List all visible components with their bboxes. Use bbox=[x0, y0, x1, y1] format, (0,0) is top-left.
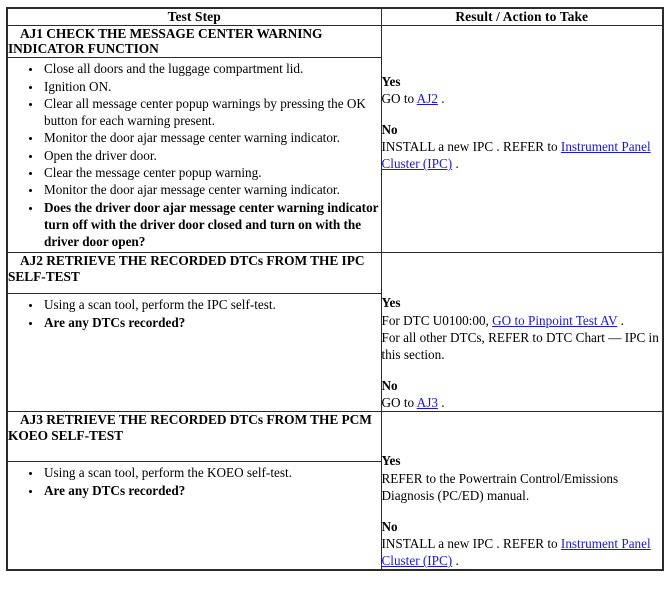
step-title-aj2: AJ2 RETRIEVE THE RECORDED DTCs FROM THE … bbox=[6, 252, 382, 295]
outcome-text-no-aj3: INSTALL a new IPC . REFER to Instrument … bbox=[382, 535, 663, 569]
outcome-no-suffix-aj2: . bbox=[437, 395, 445, 411]
outcome-yes-prefix-aj1: GO to bbox=[381, 90, 417, 106]
table-row-aj2-title: AJ2 RETRIEVE THE RECORDED DTCs FROM THE … bbox=[6, 252, 664, 413]
step-bullet-list-aj3: Using a scan tool, perform the KOEO self… bbox=[8, 465, 381, 499]
list-item: Using a scan tool, perform the KOEO self… bbox=[42, 465, 381, 482]
step-title-aj3: AJ3 RETRIEVE THE RECORDED DTCs FROM THE … bbox=[6, 411, 382, 463]
table-row-aj3-title: AJ3 RETRIEVE THE RECORDED DTCs FROM THE … bbox=[6, 411, 664, 571]
list-item: Monitor the door ajar message center war… bbox=[42, 130, 381, 147]
result-spacer-aj2 bbox=[382, 253, 663, 294]
outcome-no-suffix-aj1: . bbox=[452, 156, 459, 172]
list-item: Open the driver door. bbox=[42, 148, 381, 165]
list-item: Close all doors and the luggage compartm… bbox=[42, 61, 381, 78]
column-header-result-action: Result / Action to Take bbox=[380, 7, 664, 26]
list-item-question: Are any DTCs recorded? bbox=[42, 483, 381, 500]
link-pinpoint-test-av[interactable]: GO to Pinpoint Test AV bbox=[492, 313, 617, 328]
outcome-no-aj3: No INSTALL a new IPC . REFER to Instrume… bbox=[382, 518, 663, 569]
link-aj3[interactable]: AJ3 bbox=[417, 395, 438, 410]
list-item-question: Does the driver door ajar message center… bbox=[42, 200, 381, 251]
list-item: Using a scan tool, perform the IPC self-… bbox=[42, 297, 381, 314]
table-row-aj1-title: AJ1 CHECK THE MESSAGE CENTER WARNING IND… bbox=[6, 24, 664, 254]
outcome-text-no-aj1: INSTALL a new IPC . REFER to Instrument … bbox=[382, 138, 663, 172]
outcome-label-no-aj2: No bbox=[381, 378, 398, 394]
step-bullet-list-aj1: Close all doors and the luggage compartm… bbox=[8, 61, 381, 250]
outcome-no-prefix-aj3: INSTALL a new IPC . REFER to bbox=[381, 536, 561, 551]
outcome-yes-suffix-aj1: . bbox=[437, 90, 445, 106]
result-cell-aj3: Yes REFER to the Powertrain Control/Emis… bbox=[380, 411, 664, 571]
table-header-row: Test Step Result / Action to Take bbox=[6, 7, 664, 26]
list-item: Clear the message center popup warning. bbox=[42, 165, 381, 182]
outcome-label-yes-aj3: Yes bbox=[381, 453, 401, 469]
step-body-aj3: Using a scan tool, perform the KOEO self… bbox=[6, 461, 382, 571]
outcome-no-aj2: No GO to AJ3 . bbox=[382, 377, 663, 411]
list-item: Clear all message center popup warnings … bbox=[42, 96, 381, 130]
outcome-yes-extra-aj2: For all other DTCs, REFER to DTC Chart —… bbox=[381, 329, 659, 362]
outcome-yes-suffix-aj2: . bbox=[617, 312, 624, 328]
outcome-text-yes-aj1: GO to AJ2 . bbox=[382, 90, 663, 107]
outcome-no-aj1: No INSTALL a new IPC . REFER to Instrume… bbox=[382, 121, 663, 172]
outcome-text-yes-aj3: REFER to the Powertrain Control/Emission… bbox=[381, 470, 619, 503]
list-item: Monitor the door ajar message center war… bbox=[42, 182, 381, 199]
outcome-no-prefix-aj2: GO to bbox=[381, 395, 417, 411]
document-page: Test Step Result / Action to Take AJ1 CH… bbox=[0, 0, 668, 608]
link-aj2[interactable]: AJ2 bbox=[417, 91, 438, 106]
step-title-aj1: AJ1 CHECK THE MESSAGE CENTER WARNING IND… bbox=[6, 24, 382, 59]
step-body-aj1: Close all doors and the luggage compartm… bbox=[6, 57, 382, 254]
outcome-label-yes-aj1: Yes bbox=[381, 73, 401, 89]
outcome-yes-prefix-aj2: For DTC U0100:00, bbox=[381, 312, 493, 328]
outcome-yes-aj1: Yes GO to AJ2 . bbox=[382, 73, 663, 107]
outcome-yes-aj3: Yes REFER to the Powertrain Control/Emis… bbox=[382, 452, 663, 503]
step-body-aj2: Using a scan tool, perform the IPC self-… bbox=[6, 293, 382, 413]
column-header-test-step: Test Step bbox=[6, 7, 382, 26]
list-item: Ignition ON. bbox=[42, 79, 381, 96]
outcome-text-no-aj2: GO to AJ3 . bbox=[382, 394, 663, 411]
outcome-label-yes-aj2: Yes bbox=[381, 295, 401, 311]
result-spacer-aj3 bbox=[382, 412, 663, 452]
result-cell-aj1: Yes GO to AJ2 . No INSTALL a new IPC . R… bbox=[380, 24, 664, 254]
outcome-label-no-aj1: No bbox=[381, 121, 398, 137]
result-spacer-aj1 bbox=[382, 26, 663, 73]
step-bullet-list-aj2: Using a scan tool, perform the IPC self-… bbox=[8, 297, 381, 331]
outcome-text-yes-aj2: For DTC U0100:00, GO to Pinpoint Test AV… bbox=[382, 312, 663, 329]
outcome-yes-aj2: Yes For DTC U0100:00, GO to Pinpoint Tes… bbox=[382, 294, 663, 363]
outcome-no-prefix-aj1: INSTALL a new IPC . REFER to bbox=[381, 138, 561, 154]
pinpoint-test-table: Test Step Result / Action to Take AJ1 CH… bbox=[6, 7, 664, 572]
result-cell-aj2: Yes For DTC U0100:00, GO to Pinpoint Tes… bbox=[380, 252, 664, 413]
outcome-label-no-aj3: No bbox=[381, 518, 398, 534]
outcome-no-suffix-aj3: . bbox=[452, 553, 459, 569]
list-item-question: Are any DTCs recorded? bbox=[42, 315, 381, 332]
